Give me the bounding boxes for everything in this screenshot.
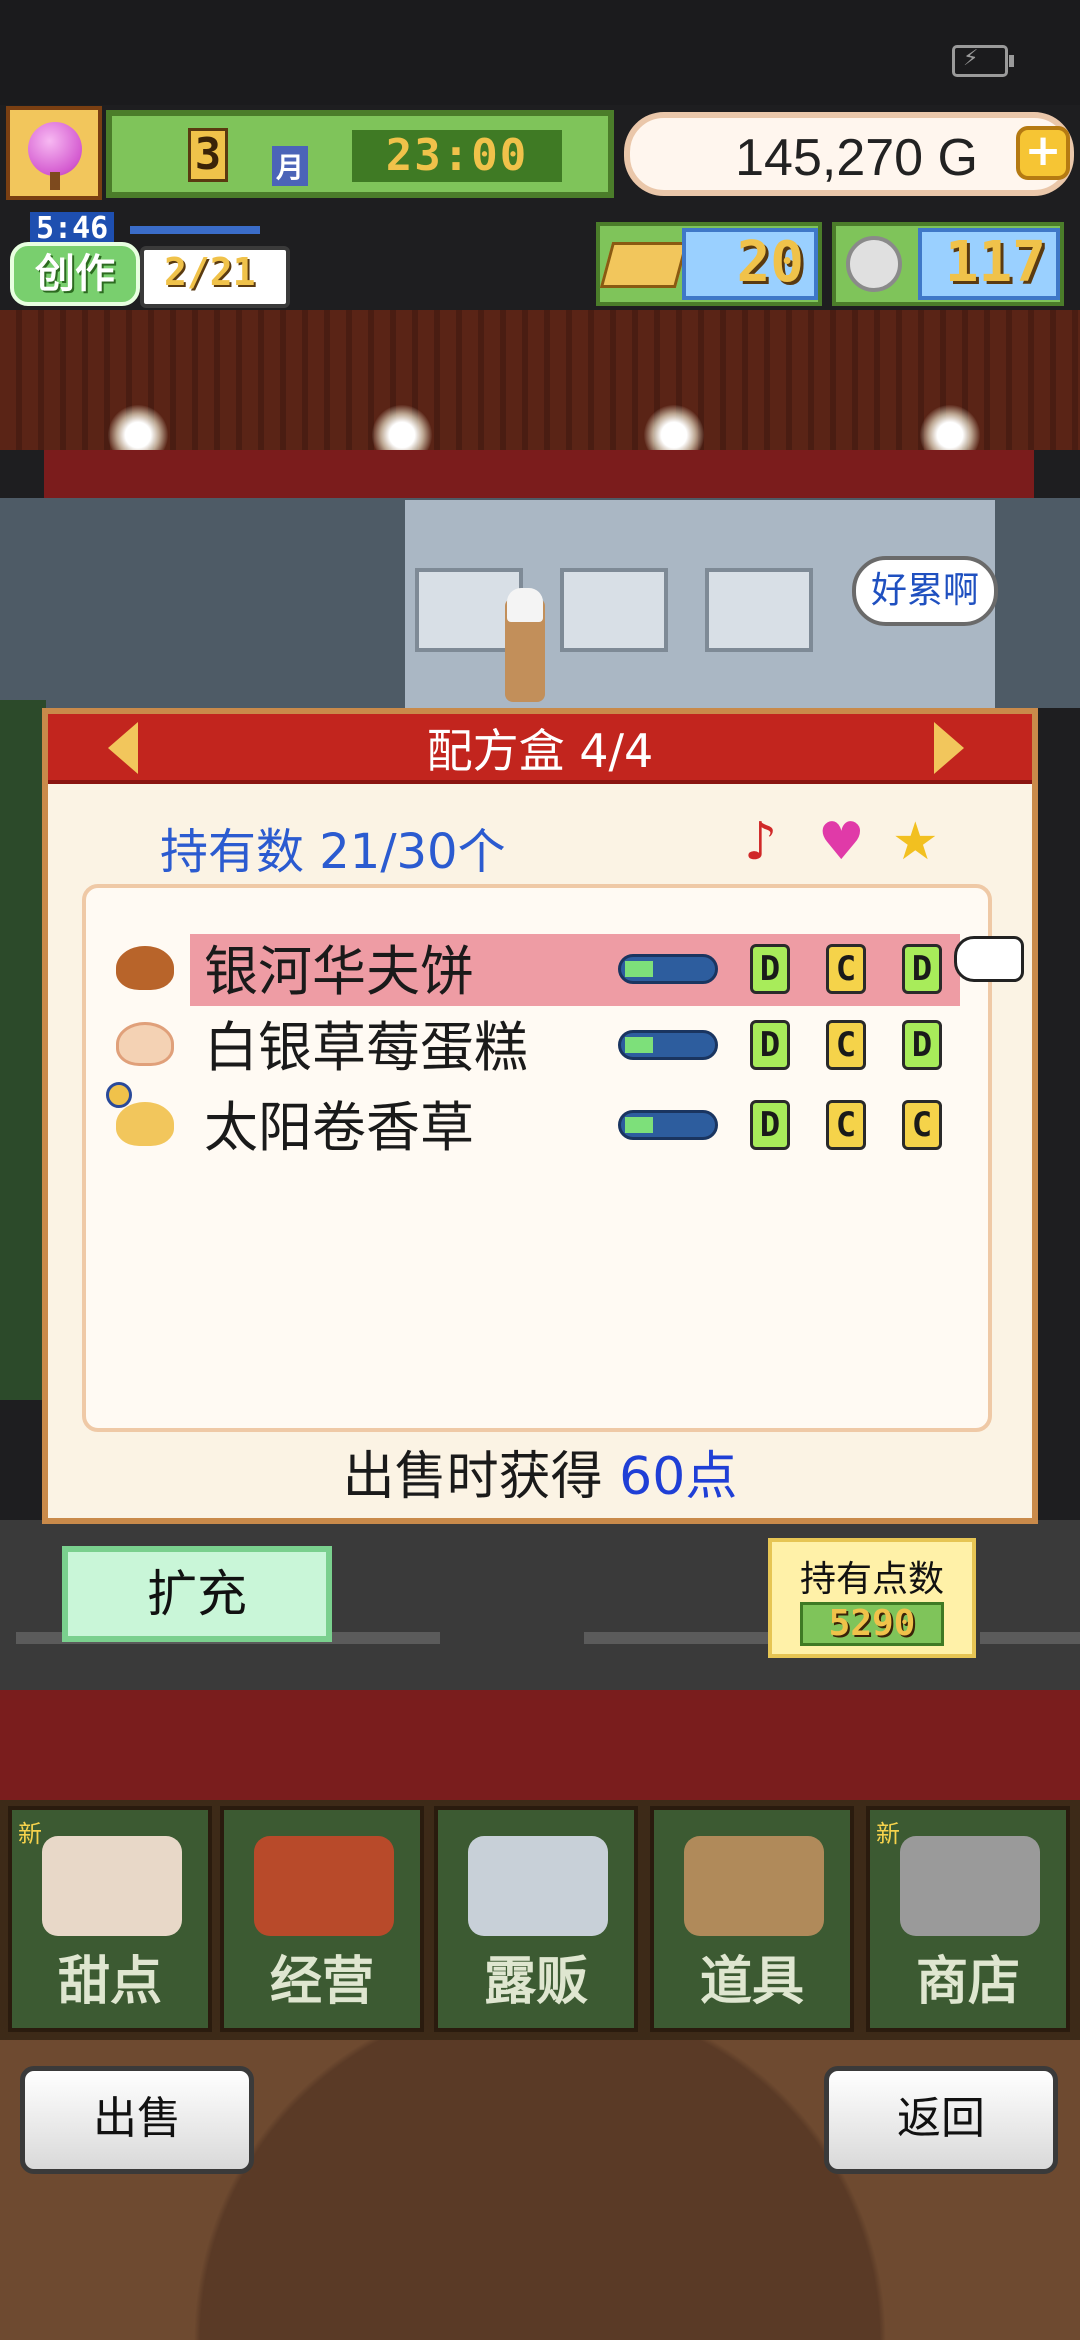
clock-time: 23:00 <box>352 130 562 182</box>
coin-counter[interactable]: 117 <box>832 222 1064 306</box>
status-bar <box>0 0 1080 105</box>
coin-count: 117 <box>918 228 1060 300</box>
road-marking <box>980 1632 1080 1644</box>
sell-label: 出售时获得 <box>342 1447 620 1507</box>
cake-icon <box>42 1836 182 1936</box>
create-timer-bar <box>130 226 260 234</box>
date-display: 3 月 23:00 <box>106 110 614 198</box>
gold-bar-counter[interactable]: 20 <box>596 222 822 306</box>
add-gold-button[interactable]: + <box>1016 126 1070 180</box>
waffle-icon <box>116 946 174 990</box>
items-bag-icon <box>684 1836 824 1936</box>
grade-badge: C <box>826 944 866 994</box>
recipe-level-bar <box>618 1030 718 1060</box>
recipe-row[interactable]: 太阳卷香草 D C C <box>100 1082 980 1162</box>
grade-badge: D <box>750 1100 790 1150</box>
sell-reward-info: 出售时获得 60点 <box>48 1436 1032 1516</box>
grade-badge: D <box>902 1020 942 1070</box>
menu-items-button[interactable]: 道具 <box>650 1806 854 2032</box>
music-note-icon[interactable]: ♪ <box>744 812 777 872</box>
recipe-level-bar <box>618 954 718 984</box>
menu-management-button[interactable]: 经营 <box>220 1806 424 2032</box>
menu-stall-button[interactable]: 露贩 <box>434 1806 638 2032</box>
gold-amount: 145,270 G <box>735 129 978 187</box>
menu-label: 经营 <box>269 1952 374 2012</box>
grade-badge: D <box>750 944 790 994</box>
gold-bar-count: 20 <box>682 228 818 300</box>
month-number: 3 <box>188 128 228 182</box>
battery-icon: ⚡ <box>952 45 1014 77</box>
recipe-name: 银河华夫饼 <box>204 940 474 1003</box>
chef-character[interactable] <box>505 588 545 702</box>
trees <box>0 700 46 1400</box>
tree-icon[interactable] <box>6 106 102 200</box>
grade-badge: D <box>902 944 942 994</box>
grade-badge: D <box>750 1020 790 1070</box>
create-timer: 5:46 <box>30 212 115 246</box>
pointing-hand-icon <box>954 936 1024 982</box>
sell-button[interactable]: 出售 <box>20 2066 254 2174</box>
menu-dessert-button[interactable]: 新 甜点 <box>8 1806 212 2032</box>
recipe-row[interactable]: 白银草莓蛋糕 D C D <box>100 1010 980 1082</box>
create-badge[interactable]: 5:46 创作 2/21 <box>10 212 294 310</box>
heart-icon[interactable]: ♥ <box>818 812 865 872</box>
grade-badge: C <box>826 1020 866 1070</box>
menu-label: 甜点 <box>57 1952 162 2012</box>
expand-button[interactable]: 扩充 <box>62 1546 332 1642</box>
dialog-title: 配方盒 4/4 <box>426 724 654 778</box>
medal-icon <box>106 1082 132 1108</box>
shopping-cart-icon <box>900 1836 1040 1936</box>
grade-badge: C <box>826 1100 866 1150</box>
menu-store-button[interactable]: 新 商店 <box>866 1806 1070 2032</box>
cake-icon <box>116 1022 174 1066</box>
star-icon[interactable]: ★ <box>892 812 939 872</box>
menu-label: 道具 <box>699 1952 804 2012</box>
coin-icon <box>846 236 902 292</box>
decorative-band <box>0 1690 1080 1800</box>
points-value: 5290 <box>800 1602 944 1646</box>
gold-bar-icon <box>599 242 689 288</box>
recipe-name: 太阳卷香草 <box>204 1096 474 1159</box>
speech-bubble: 好累啊 <box>852 556 998 626</box>
oven <box>705 568 813 652</box>
month-label: 月 <box>272 146 309 186</box>
store-awning <box>44 450 1034 504</box>
menu-label: 露贩 <box>483 1952 588 2012</box>
new-badge: 新 <box>18 1820 42 1848</box>
recipe-row[interactable]: 银河华夫饼 D C D <box>100 934 980 1006</box>
grade-badge: C <box>902 1100 942 1150</box>
menu-label: 商店 <box>915 1952 1020 2012</box>
gold-display: 145,270 G <box>624 112 1074 196</box>
create-label: 创作 <box>10 242 140 306</box>
food-truck-icon <box>468 1836 608 1936</box>
shop-icon <box>254 1836 394 1936</box>
points-label: 持有点数 <box>799 1559 944 1600</box>
sell-points: 60点 <box>619 1447 738 1507</box>
create-progress: 2/21 <box>140 246 290 308</box>
oven <box>560 568 668 652</box>
recipe-name: 白银草莓蛋糕 <box>204 1016 528 1079</box>
recipe-level-bar <box>618 1110 718 1140</box>
hold-count: 持有数 21/30个 <box>160 824 506 880</box>
new-badge: 新 <box>876 1820 900 1848</box>
points-display: 持有点数 5290 <box>768 1538 976 1658</box>
roll-cake-icon <box>116 1102 174 1146</box>
back-button[interactable]: 返回 <box>824 2066 1058 2174</box>
